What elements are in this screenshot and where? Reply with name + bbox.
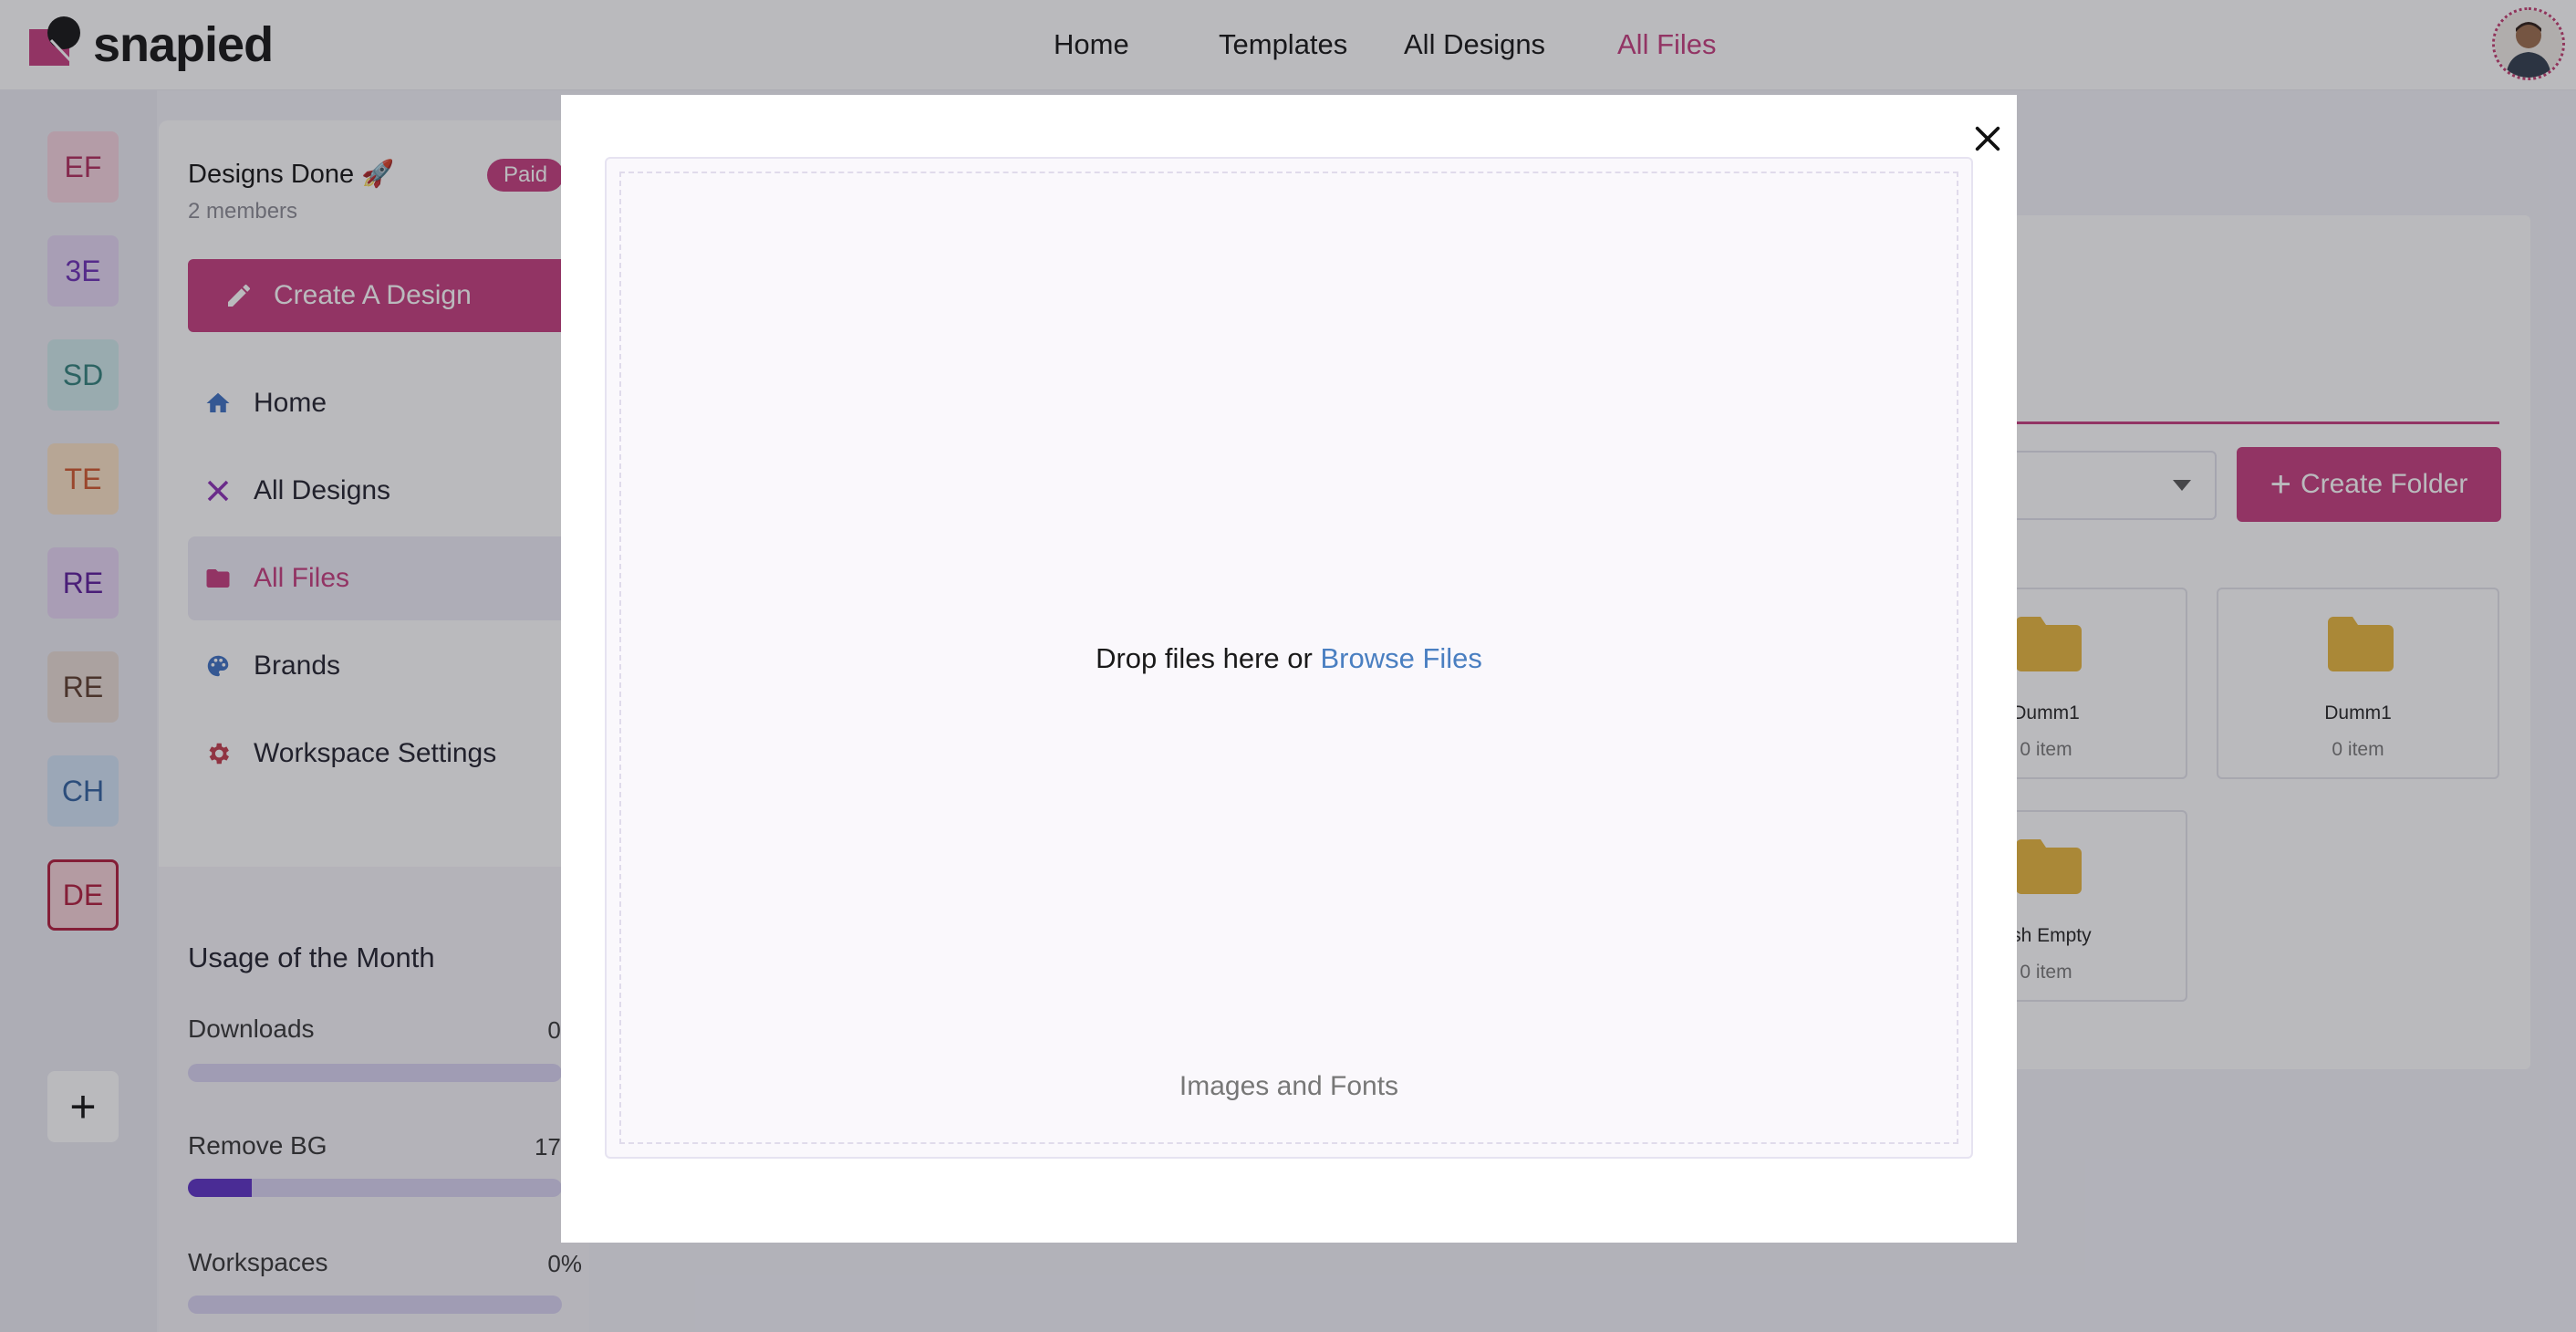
browse-files-link[interactable]: Browse Files [1320,642,1481,674]
close-icon[interactable] [1964,115,2011,162]
upload-modal: Drop files here or Browse Files Images a… [561,95,2017,1243]
drop-instructions: Drop files here or Browse Files [607,642,1971,675]
drop-text: Drop files here or [1096,642,1313,674]
file-dropzone[interactable]: Drop files here or Browse Files Images a… [605,157,1973,1159]
accepted-types-hint: Images and Fonts [1179,1071,1399,1101]
